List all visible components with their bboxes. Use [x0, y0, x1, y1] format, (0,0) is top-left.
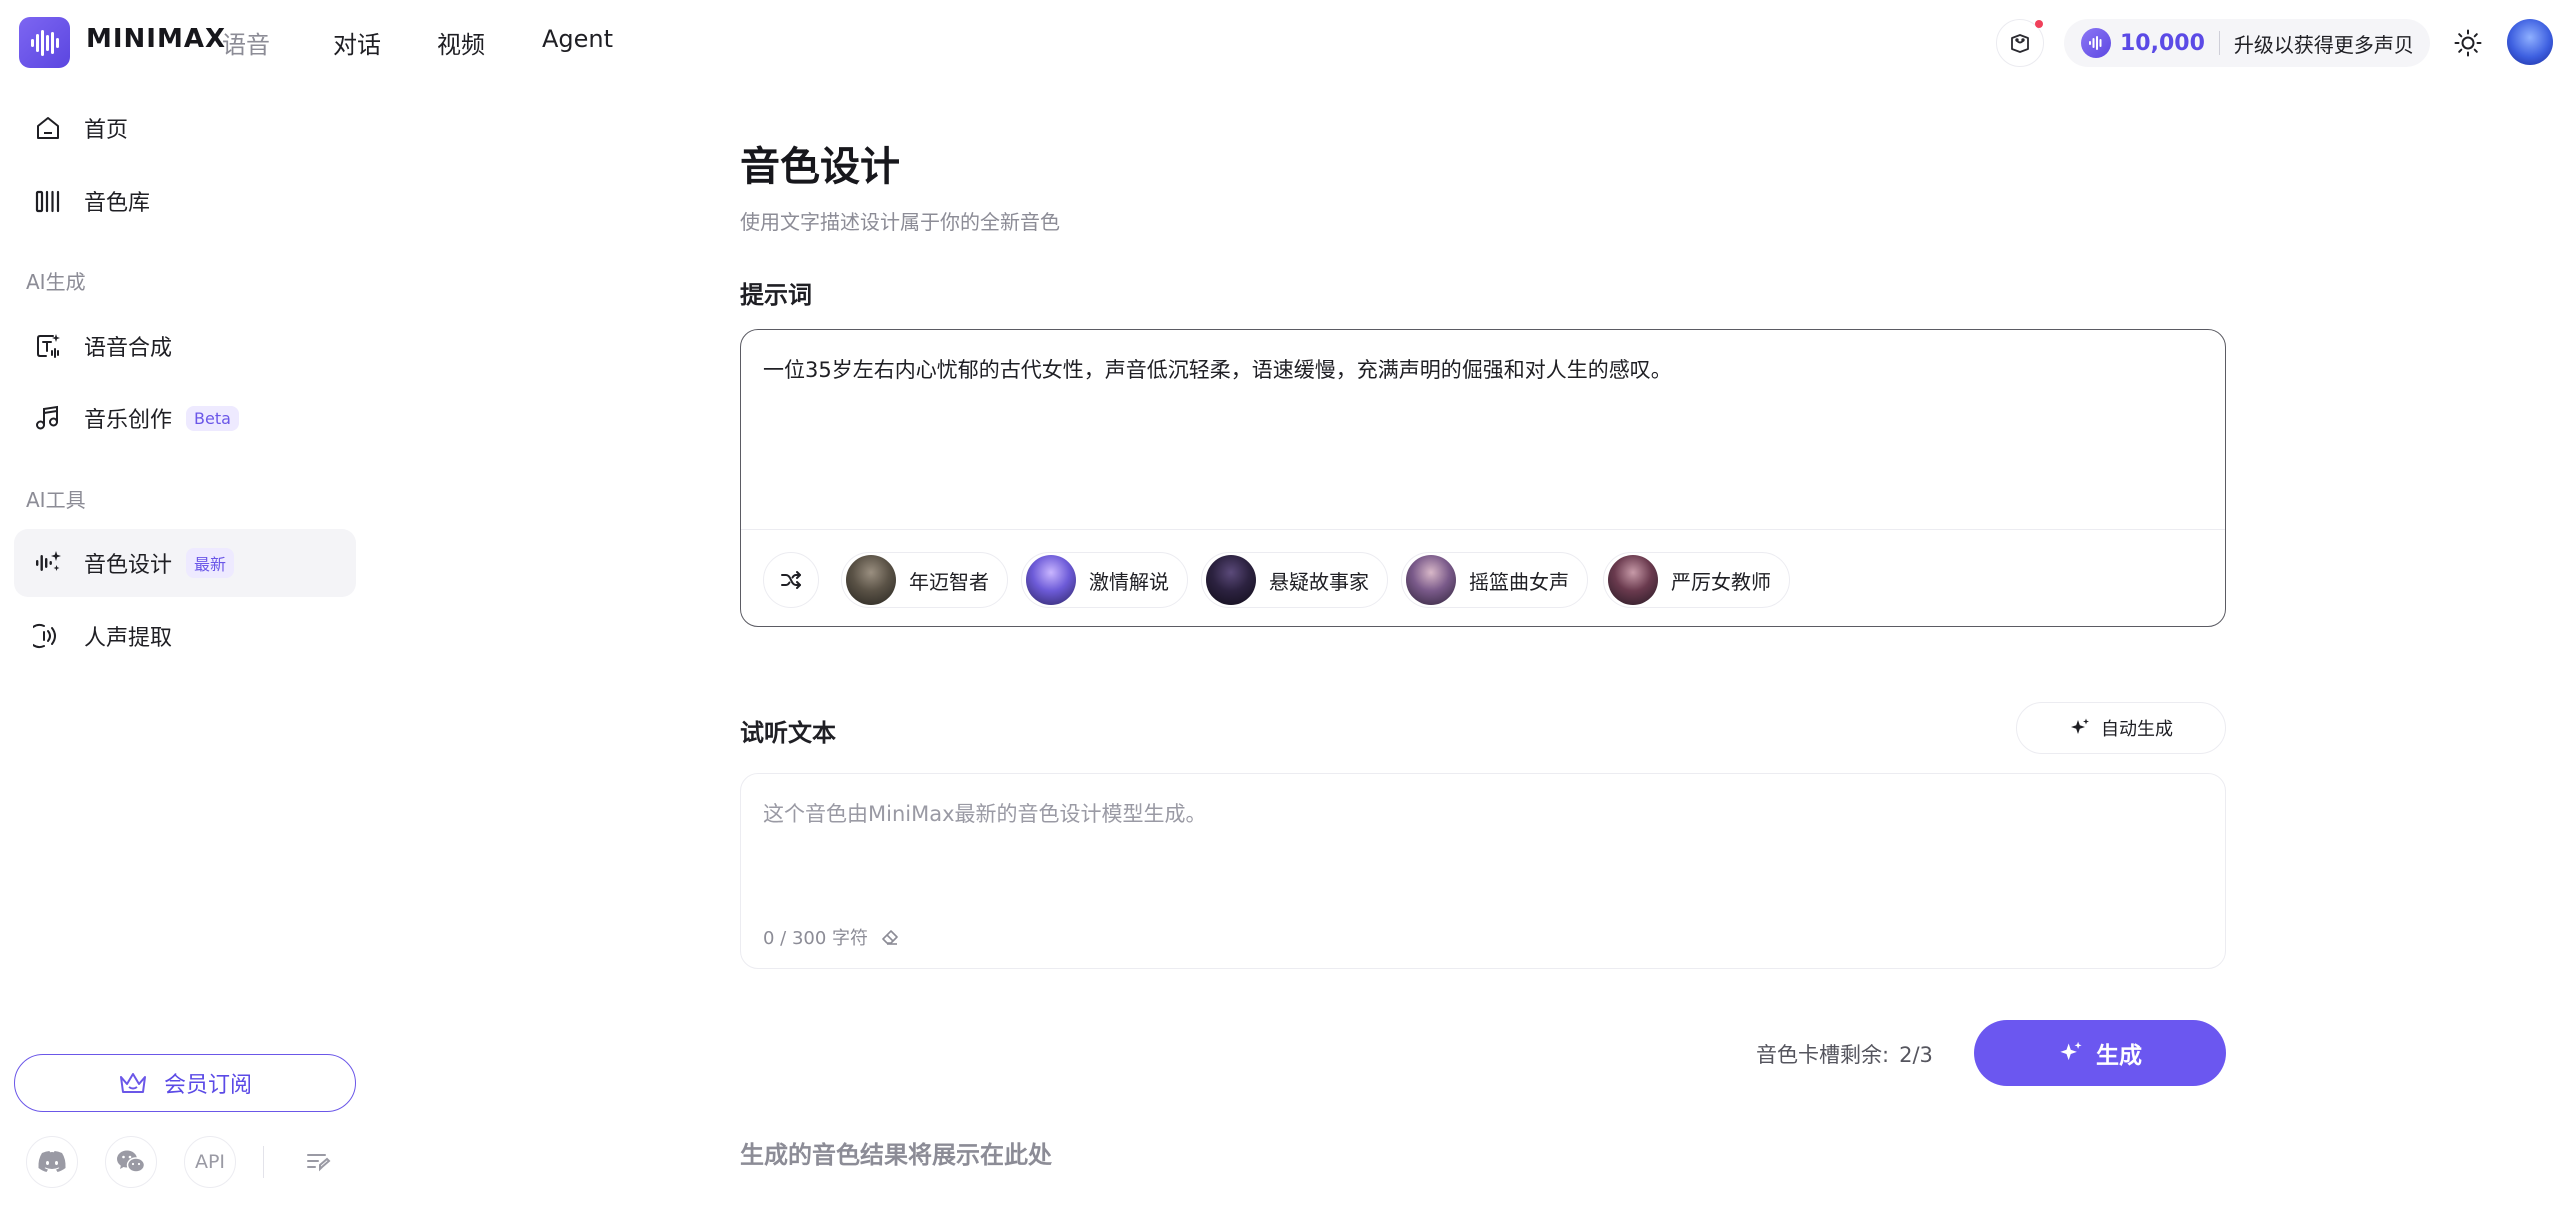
listen-text-box: 0 / 300 字符: [740, 773, 2226, 969]
theme-toggle-button[interactable]: [2450, 25, 2486, 61]
voice-design-icon: [31, 546, 65, 580]
beta-badge: Beta: [186, 405, 239, 431]
nav-dialog[interactable]: 对话: [333, 25, 381, 60]
voice-slots-label: 音色卡槽剩余:: [1756, 1043, 1890, 1067]
credits-pill[interactable]: 10,000 升级以获得更多声贝: [2064, 19, 2430, 67]
generate-label: 生成: [2096, 1043, 2142, 1069]
sidebar-item-voice-extract[interactable]: 人声提取: [14, 602, 356, 670]
sidebar-item-voice-library[interactable]: 音色库: [14, 167, 356, 235]
brand-product-label: 语音: [222, 31, 270, 59]
listen-text-input[interactable]: [763, 798, 2203, 908]
preset-chip[interactable]: 摇篮曲女声: [1401, 552, 1588, 608]
credit-balance: 10,000: [2120, 30, 2205, 56]
top-bar: MINIMAX 语音 对话 视频 Agent 10,000 升级以获得更多声贝: [0, 0, 2560, 84]
eraser-icon[interactable]: [880, 927, 900, 947]
page-title: 音色设计: [740, 144, 900, 190]
preset-avatar: [1406, 555, 1456, 605]
prompt-box: 一位35岁左右内心忧郁的古代女性，声音低沉轻柔，语速缓慢，充满声明的倔强和对人生…: [740, 329, 2226, 627]
nav-video[interactable]: 视频: [437, 25, 485, 60]
prompt-textarea[interactable]: 一位35岁左右内心忧郁的古代女性，声音低沉轻柔，语速缓慢，充满声明的倔强和对人生…: [763, 355, 2203, 387]
sidebar-item-tts[interactable]: 语音合成: [14, 312, 356, 380]
sidebar: 首页 音色库 AI生成 语音合成 音乐创作 Beta AI工具 音色设计 最新 …: [0, 84, 370, 1206]
sidebar-item-home[interactable]: 首页: [14, 94, 356, 162]
section-ai-generate: AI生成: [26, 270, 86, 294]
sparkle-icon: [2069, 717, 2091, 739]
changelog-button[interactable]: [292, 1136, 344, 1188]
home-icon: [31, 111, 65, 145]
sidebar-item-label: 音色设计: [84, 553, 173, 578]
preset-chip[interactable]: 悬疑故事家: [1201, 552, 1388, 608]
wechat-button[interactable]: [105, 1136, 157, 1188]
music-icon: [31, 401, 65, 435]
auto-generate-label: 自动生成: [2101, 719, 2173, 740]
sidebar-item-voice-design[interactable]: 音色设计 最新: [14, 529, 356, 597]
credits-divider: [2218, 31, 2220, 55]
voice-extract-icon: [31, 619, 65, 653]
prompt-label: 提示词: [740, 281, 812, 309]
crown-icon: [118, 1070, 148, 1096]
preset-chip[interactable]: 年迈智者: [841, 552, 1008, 608]
preset-chip[interactable]: 严厉女教师: [1603, 552, 1790, 608]
upgrade-link[interactable]: 升级以获得更多声贝: [2234, 29, 2414, 58]
voice-slots-value: 2/3: [1899, 1043, 1933, 1067]
discord-icon: [37, 1150, 67, 1174]
sidebar-item-music[interactable]: 音乐创作 Beta: [14, 384, 356, 452]
page-subtitle: 使用文字描述设计属于你的全新音色: [740, 210, 1060, 234]
nav-agent[interactable]: Agent: [542, 25, 613, 53]
sidebar-item-label: 音色库: [84, 191, 151, 216]
list-edit-icon: [305, 1150, 331, 1174]
preset-avatar: [1206, 555, 1256, 605]
voice-credit-icon: [2081, 28, 2111, 58]
member-subscribe-button[interactable]: 会员订阅: [14, 1054, 356, 1112]
preset-avatar: [846, 555, 896, 605]
preset-avatar: [1026, 555, 1076, 605]
footer-divider: [263, 1146, 264, 1178]
listen-text-label: 试听文本: [740, 719, 836, 747]
discord-button[interactable]: [26, 1136, 78, 1188]
tts-icon: [31, 329, 65, 363]
library-icon: [31, 184, 65, 218]
gift-icon: [2008, 31, 2032, 55]
section-ai-tools: AI工具: [26, 488, 86, 512]
generate-button[interactable]: 生成: [1974, 1020, 2226, 1086]
api-button[interactable]: API: [184, 1136, 236, 1188]
prompt-divider: [741, 529, 2225, 530]
auto-generate-button[interactable]: 自动生成: [2016, 702, 2226, 754]
voice-slots: 音色卡槽剩余: 2/3: [1756, 1039, 1933, 1069]
sidebar-item-label: 语音合成: [84, 336, 173, 361]
new-badge: 最新: [186, 548, 235, 578]
preset-avatar: [1608, 555, 1658, 605]
notification-dot: [2035, 20, 2043, 28]
member-label: 会员订阅: [163, 1073, 252, 1098]
char-counter-text: 0 / 300 字符: [763, 928, 869, 949]
minimax-logo-icon[interactable]: [19, 17, 70, 68]
preset-label: 摇篮曲女声: [1469, 569, 1569, 594]
shuffle-presets-button[interactable]: [763, 552, 819, 608]
brand-name[interactable]: MINIMAX: [86, 24, 226, 54]
preset-label: 严厉女教师: [1671, 569, 1771, 594]
preset-label: 激情解说: [1089, 569, 1169, 594]
sidebar-item-label: 首页: [84, 118, 129, 143]
preset-label: 悬疑故事家: [1269, 569, 1369, 594]
user-avatar[interactable]: [2507, 19, 2553, 65]
sidebar-item-label: 音乐创作: [84, 408, 173, 433]
wechat-icon: [116, 1149, 146, 1175]
sparkle-icon: [2058, 1040, 2084, 1066]
result-placeholder: 生成的音色结果将展示在此处: [740, 1141, 1052, 1169]
preset-chip[interactable]: 激情解说: [1021, 552, 1188, 608]
sun-icon: [2453, 28, 2483, 58]
sidebar-item-label: 人声提取: [84, 626, 173, 651]
shuffle-icon: [779, 568, 803, 592]
char-counter: 0 / 300 字符: [763, 924, 900, 950]
preset-label: 年迈智者: [909, 569, 989, 594]
